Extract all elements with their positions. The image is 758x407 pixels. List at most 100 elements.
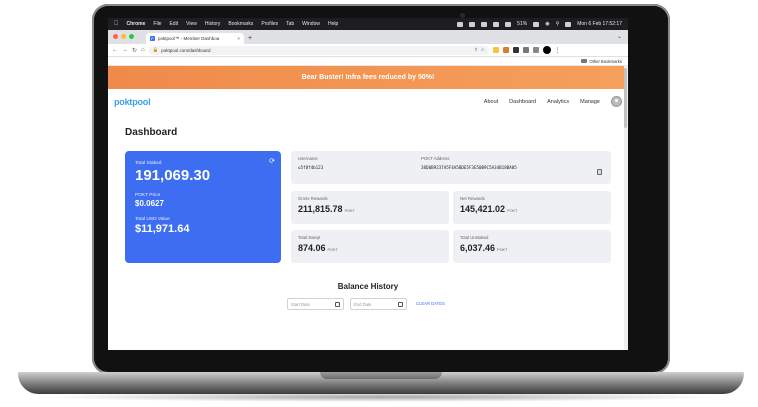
status-app-icon[interactable] (481, 21, 488, 27)
menu-window[interactable]: Window (302, 21, 320, 27)
unit-label: POKT (507, 209, 518, 213)
forward-icon[interactable]: → (122, 47, 128, 53)
home-icon[interactable]: ⌂ (141, 47, 145, 53)
promo-banner: Bear Buster! Infra fees reduced by 50%! (108, 66, 628, 89)
url-text[interactable]: poktpool.com/dashboard (161, 48, 210, 53)
nav-manage[interactable]: Manage (580, 99, 600, 105)
total-unstaked-value: 6,037.46 POKT (460, 243, 604, 253)
address-bar[interactable]: 🔒 poktpool.com/dashboard ⇧ ☆ (148, 45, 489, 55)
lock-icon[interactable]: 🔒 (153, 47, 159, 53)
menu-profiles[interactable]: Profiles (261, 21, 278, 27)
reload-icon[interactable]: ↻ (132, 47, 137, 54)
sidebar-icon[interactable] (532, 47, 539, 53)
start-date-placeholder[interactable]: Start Date (291, 302, 310, 307)
total-swept-label: Total Swept (298, 235, 321, 240)
menu-file[interactable]: File (153, 21, 161, 27)
close-window-icon[interactable] (113, 34, 118, 39)
gross-rewards-card: Gross Rewards 211,815.78 POKT (291, 191, 449, 224)
extension-icon[interactable] (512, 47, 519, 53)
minimize-window-icon[interactable] (121, 34, 126, 39)
dashboard-content: Dashboard ⟳ Total Staked 191,069.30 POKT… (108, 114, 628, 350)
pokt-price-value: $0.0627 (135, 199, 164, 208)
search-icon[interactable]: ⚲ (556, 21, 560, 27)
maximize-window-icon[interactable] (129, 34, 134, 39)
folder-icon (581, 59, 588, 63)
menu-tab[interactable]: Tab (286, 21, 294, 27)
net-rewards-card: Net Rewards 145,421.02 POKT (453, 191, 611, 224)
laptop-mockup:  Chrome File Edit View History Bookmark… (0, 0, 758, 407)
pokt-address-value[interactable]: 38D0B9237A5F4A5BDE5F3E50B9C5A34B18BA05 (421, 165, 517, 170)
window-controls (113, 34, 134, 39)
address-block: POKT Address 38D0B9237A5F4A5BDE5F3E50B9C… (421, 156, 517, 170)
puzzle-icon[interactable] (522, 47, 529, 53)
clear-dates-button[interactable]: CLEAR DATES (416, 301, 445, 306)
extension-icon[interactable] (492, 47, 499, 53)
net-rewards-value: 145,421.02 POKT (460, 204, 604, 214)
menubar-status-area: 51% ◉ ⚲ Mon 6 Feb 17:52:17 (457, 21, 622, 27)
wifi-icon[interactable]: ◉ (545, 21, 549, 27)
battery-icon[interactable] (533, 21, 540, 27)
total-swept-value: 874.06 POKT (298, 243, 442, 253)
status-app-icon[interactable] (505, 21, 512, 27)
browser-tabstrip: P poktpool™ - Member Dashboa × + ⌄ (108, 30, 628, 44)
menu-bookmarks[interactable]: Bookmarks (228, 21, 253, 27)
browser-toolbar: ← → ↻ ⌂ 🔒 poktpool.com/dashboard ⇧ ☆ ⋮ (108, 44, 628, 57)
status-app-icon[interactable] (469, 21, 476, 27)
unit-label: POKT (327, 248, 338, 252)
username-label: Username (298, 156, 318, 161)
menu-history[interactable]: History (205, 21, 221, 27)
copy-icon[interactable] (597, 169, 602, 175)
extensions-area: ⋮ (492, 46, 561, 54)
new-tab-button[interactable]: + (248, 35, 252, 42)
metamask-icon[interactable] (502, 47, 509, 53)
profile-avatar[interactable] (542, 46, 551, 54)
nav-analytics[interactable]: Analytics (547, 99, 569, 105)
poktpool-logo[interactable]: poktpool (114, 97, 151, 107)
browser-tab[interactable]: P poktpool™ - Member Dashboa × (146, 33, 244, 44)
web-page: Bear Buster! Infra fees reduced by 50%! … (108, 66, 628, 350)
bookmark-star-icon[interactable]: ☆ (481, 47, 485, 53)
username-block: Username u5f8f4b123 (298, 156, 323, 170)
menu-help[interactable]: Help (328, 21, 338, 27)
unit-label: POKT (344, 209, 355, 213)
gross-rewards-label: Gross Rewards (298, 196, 328, 201)
nav-dashboard[interactable]: Dashboard (509, 99, 536, 105)
total-staked-value: 191,069.30 (135, 167, 211, 184)
menubar-app-name[interactable]: Chrome (127, 21, 146, 27)
share-icon[interactable]: ⇧ (474, 47, 478, 53)
menu-edit[interactable]: Edit (169, 21, 178, 27)
apple-icon[interactable]:  (114, 21, 119, 27)
user-avatar-icon[interactable] (611, 96, 622, 107)
gross-rewards-number: 211,815.78 (298, 204, 343, 214)
more-menu-icon[interactable]: ⋮ (555, 47, 561, 54)
menu-view[interactable]: View (186, 21, 197, 27)
end-date-placeholder[interactable]: End Date (354, 302, 371, 307)
status-app-icon[interactable] (457, 21, 464, 27)
total-unstaked-number: 6,037.46 (460, 243, 496, 253)
scrollbar-thumb[interactable] (624, 68, 627, 128)
tab-search-chevron-icon[interactable]: ⌄ (617, 33, 622, 40)
other-bookmarks[interactable]: Other Bookmarks (589, 59, 622, 64)
close-tab-icon[interactable]: × (237, 36, 240, 41)
control-center-icon[interactable] (565, 21, 572, 27)
staking-summary-card: ⟳ Total Staked 191,069.30 POKT Price $0.… (125, 151, 281, 263)
total-usd-label: Total USD Value (135, 217, 170, 222)
total-staked-label: Total Staked (135, 161, 162, 166)
page-title: Dashboard (125, 127, 178, 138)
screen:  Chrome File Edit View History Bookmark… (108, 18, 628, 350)
pokt-address-label: POKT Address (421, 156, 450, 161)
start-date-field[interactable]: Start Date (287, 298, 344, 310)
back-icon[interactable]: ← (112, 47, 118, 53)
site-nav: poktpool About Dashboard Analytics Manag… (108, 89, 628, 114)
status-app-icon[interactable] (493, 21, 500, 27)
page-scrollbar[interactable] (624, 66, 628, 350)
end-date-field[interactable]: End Date (350, 298, 407, 310)
battery-percent[interactable]: 51% (517, 21, 527, 27)
net-rewards-number: 145,421.02 (460, 204, 506, 214)
menubar-clock[interactable]: Mon 6 Feb 17:52:17 (577, 21, 622, 27)
nav-about[interactable]: About (484, 99, 498, 105)
tab-title: poktpool™ - Member Dashboa (158, 36, 220, 41)
calendar-icon[interactable] (335, 301, 340, 307)
calendar-icon[interactable] (398, 301, 403, 307)
